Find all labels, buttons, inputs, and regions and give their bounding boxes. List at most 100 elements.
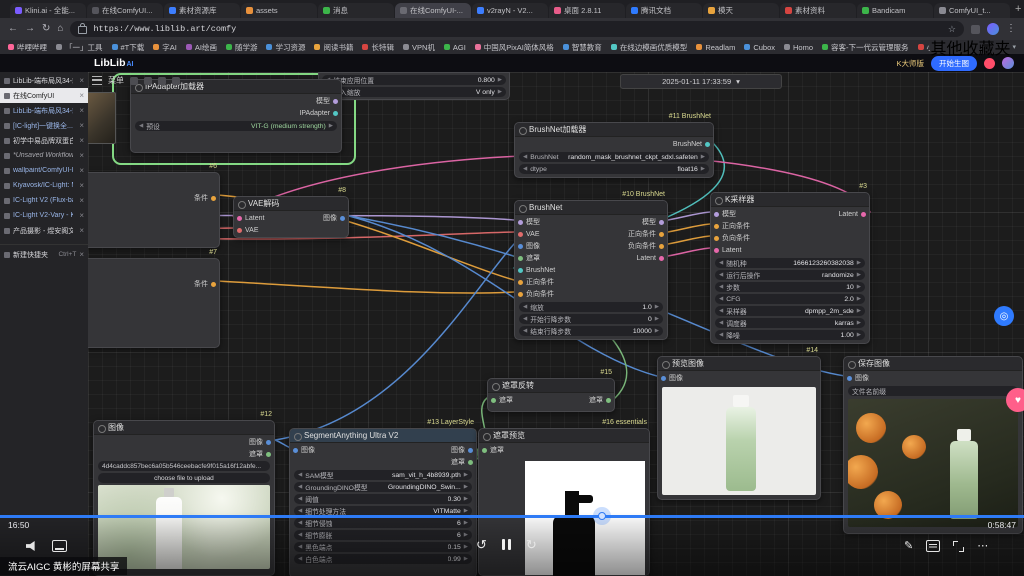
node-mask-invert[interactable]: #15 遮罩反转 遮罩 遮罩 <box>487 378 615 412</box>
port-dot[interactable] <box>468 448 473 453</box>
node-widget[interactable]: ◀结束行降步数10000▶ <box>519 326 663 336</box>
node-widget[interactable]: ◀细节膨胀6▶ <box>294 530 472 540</box>
input-port[interactable]: 图像 <box>658 373 686 383</box>
input-port[interactable]: 负向条件 <box>515 289 558 299</box>
output-port[interactable]: 条件 <box>191 279 219 289</box>
output-port[interactable]: IPAdapter <box>296 108 341 118</box>
decrement-icon[interactable]: ◀ <box>298 556 302 562</box>
input-port[interactable]: 遮罩 <box>515 253 558 263</box>
port-dot[interactable] <box>266 452 271 457</box>
video-progress-bar[interactable] <box>0 515 1024 518</box>
increment-icon[interactable]: ▶ <box>857 308 861 314</box>
node-title[interactable]: BrushNet加载器 <box>515 123 713 137</box>
increment-icon[interactable]: ▶ <box>498 89 502 95</box>
increment-icon[interactable]: ▶ <box>464 496 468 502</box>
decrement-icon[interactable]: ◀ <box>298 544 302 550</box>
port-dot[interactable] <box>237 228 242 233</box>
bookmark-item[interactable]: AI绘画 <box>186 42 217 53</box>
extensions-icon[interactable] <box>971 25 980 34</box>
close-icon[interactable]: × <box>79 250 84 259</box>
node-segment-anything[interactable]: #13 LayerStyle SegmentAnything Ultra V2 … <box>289 428 477 576</box>
port-dot[interactable] <box>333 99 338 104</box>
close-icon[interactable]: × <box>79 181 84 190</box>
increment-icon[interactable]: ▶ <box>655 316 659 322</box>
increment-icon[interactable]: ▶ <box>464 556 468 562</box>
browser-tab[interactable]: assets <box>241 3 317 18</box>
node-title[interactable]: 遮罩预览 <box>479 429 649 443</box>
bookmark-item[interactable]: 智慧教育 <box>563 42 602 53</box>
node-widget[interactable]: ◀降噪1.00▶ <box>715 330 865 340</box>
node-title[interactable]: 预览图像 <box>658 357 820 371</box>
input-port[interactable]: BrushNet <box>515 265 558 275</box>
input-port[interactable]: Latent <box>234 213 267 223</box>
sidebar-item[interactable]: LibLib-端布局风34-端 × <box>0 103 88 118</box>
output-port[interactable]: Latent <box>625 253 667 263</box>
port-dot[interactable] <box>847 376 852 381</box>
increment-icon[interactable]: ▶ <box>701 166 705 172</box>
node-widget[interactable]: ◀运行后操作randomize▶ <box>715 270 865 280</box>
port-dot[interactable] <box>661 376 666 381</box>
close-icon[interactable]: × <box>79 211 84 220</box>
browser-tab[interactable]: 素材资源库 <box>164 3 240 18</box>
port-dot[interactable] <box>482 448 487 453</box>
input-port[interactable]: VAE <box>234 225 267 235</box>
node-widget[interactable]: ◀白色端点0.99▶ <box>294 554 472 564</box>
close-icon[interactable]: × <box>79 121 84 130</box>
decrement-icon[interactable]: ◀ <box>523 166 527 172</box>
url-text[interactable]: https://www.liblib.art/comfy <box>93 24 941 34</box>
node-widget[interactable]: ◀SAM模型sam_vit_h_4b8939.pth▶ <box>294 470 472 480</box>
sidebar-item[interactable]: IC-Light V2-Vary - Kiya... × <box>0 208 88 223</box>
bookmark-item[interactable]: VPN机 <box>403 42 435 53</box>
notes-button[interactable] <box>926 540 940 552</box>
bookmark-item[interactable]: 中国风PixAI简体风格 <box>475 42 554 53</box>
bookmark-item[interactable]: Homo <box>784 43 813 52</box>
output-port[interactable]: 模型 <box>296 96 341 106</box>
timestamp-dropdown[interactable]: 2025-01-11 17:33:59 ▾ <box>620 74 782 89</box>
promo-float-button[interactable]: ♥ <box>1006 388 1024 412</box>
sidebar-item[interactable]: 初学中易品牌双蛋白... × <box>0 133 88 148</box>
input-port[interactable]: 遮罩 <box>488 395 516 405</box>
sidebar-item[interactable]: LibLib-端布局风34-端 × <box>0 73 88 88</box>
decrement-icon[interactable]: ◀ <box>139 123 143 129</box>
node-title[interactable]: SegmentAnything Ultra V2 <box>290 429 476 443</box>
fullscreen-button[interactable] <box>953 541 964 552</box>
port-dot[interactable] <box>659 232 664 237</box>
port-dot[interactable] <box>237 216 242 221</box>
more-button[interactable]: ⋯ <box>977 541 988 552</box>
bookmark-item[interactable]: Cubox <box>744 43 775 52</box>
browser-tab[interactable]: 腾讯文档 <box>626 3 702 18</box>
node-ksampler[interactable]: #3 K采样器 模型正向条件负向条件Latent Latent ◀随机种1666… <box>710 192 870 344</box>
menu-icon[interactable] <box>92 76 102 85</box>
port-dot[interactable] <box>518 292 523 297</box>
port-dot[interactable] <box>340 216 345 221</box>
port-dot[interactable] <box>714 236 719 241</box>
browser-tab[interactable]: Klini.ai - 全能... <box>10 3 86 18</box>
increment-icon[interactable]: ▶ <box>655 328 659 334</box>
forward-button[interactable]: ↻ <box>526 538 537 551</box>
port-dot[interactable] <box>861 212 866 217</box>
input-port[interactable]: Latent <box>711 245 753 255</box>
node-widget[interactable]: ◀采样器dpmpp_2m_sde▶ <box>715 306 865 316</box>
input-port[interactable]: 负向条件 <box>711 233 753 243</box>
node-title[interactable]: 遮罩反转 <box>488 379 614 393</box>
port-dot[interactable] <box>705 142 710 147</box>
annotate-button[interactable]: ✎ <box>904 541 913 552</box>
close-icon[interactable]: × <box>79 76 84 85</box>
port-dot[interactable] <box>659 220 664 225</box>
input-port[interactable]: 模型 <box>711 209 753 219</box>
browser-tab[interactable]: 桌面 2.8.11 <box>549 3 625 18</box>
increment-icon[interactable]: ▶ <box>329 123 333 129</box>
node-conditioning-7[interactable]: #7 条件 <box>70 258 220 348</box>
sidebar-item[interactable]: 在线ComfyUI × <box>0 88 88 103</box>
output-port[interactable]: 遮罩 <box>448 457 476 467</box>
input-port[interactable]: 遮罩 <box>479 445 507 455</box>
url-bar[interactable]: https://www.liblib.art/comfy ☆ <box>70 21 964 37</box>
node-widget[interactable]: ◀缩放1.0▶ <box>519 302 663 312</box>
browser-tab[interactable]: ComfyUI_t... <box>934 3 1010 18</box>
decrement-icon[interactable]: ◀ <box>298 472 302 478</box>
increment-icon[interactable]: ▶ <box>464 544 468 550</box>
port-dot[interactable] <box>518 244 523 249</box>
close-icon[interactable]: × <box>79 166 84 175</box>
increment-icon[interactable]: ▶ <box>857 296 861 302</box>
browser-menu-icon[interactable]: ⋮ <box>1006 24 1016 34</box>
